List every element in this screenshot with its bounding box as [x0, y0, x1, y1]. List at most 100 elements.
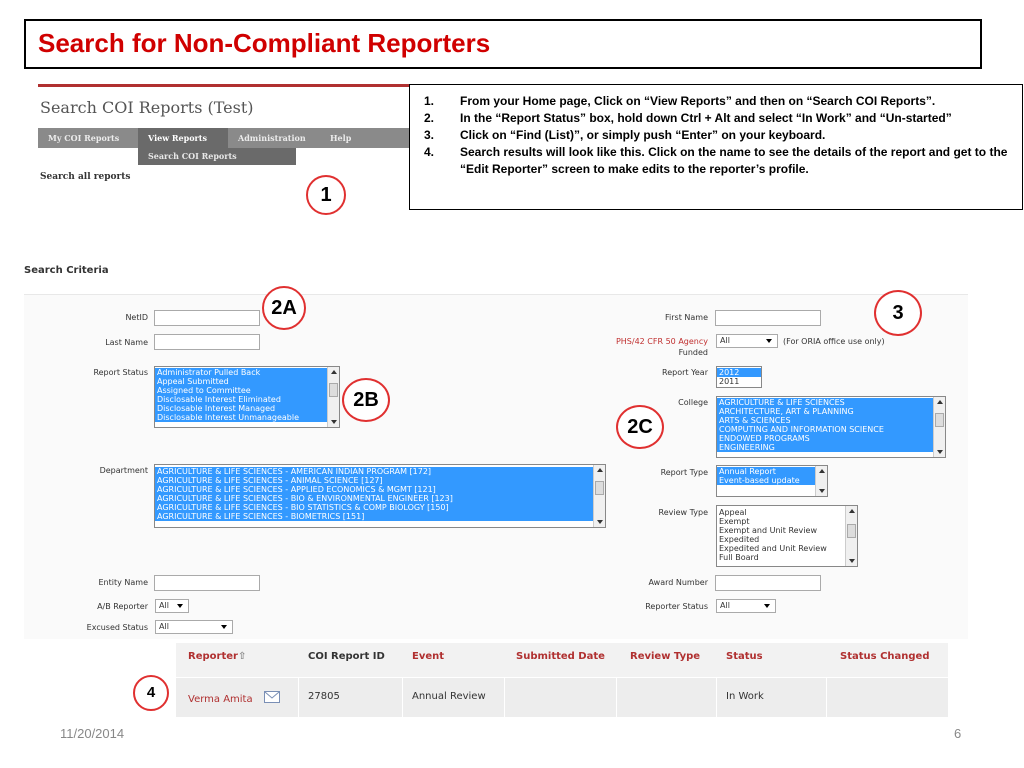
report-year-label: Report Year	[662, 368, 708, 377]
ab-reporter-select[interactable]: All	[155, 599, 189, 613]
results-table: Reporter⇧ COI Report ID Event Submitted …	[176, 643, 948, 717]
list-item[interactable]: Assigned to Committee	[155, 386, 327, 395]
callout-2a: 2A	[262, 286, 306, 330]
chevron-down-icon	[764, 604, 770, 608]
list-item[interactable]: Expedited	[717, 535, 845, 544]
reporter-status-label: Reporter Status	[645, 602, 708, 611]
review-type-listbox[interactable]: Appeal Exempt Exempt and Unit Review Exp…	[716, 505, 858, 567]
report-status-label: Report Status	[93, 368, 148, 377]
list-item[interactable]: ARCHITECTURE, ART & PLANNING	[717, 407, 933, 416]
phs-agency-select[interactable]: All	[716, 334, 778, 348]
scrollbar[interactable]	[327, 367, 339, 427]
instruction-item: 4. Search results will look like this. Cl…	[424, 145, 1008, 176]
list-item[interactable]: ENDOWED PROGRAMS	[717, 434, 933, 443]
first-name-input[interactable]	[715, 310, 821, 326]
department-listbox[interactable]: AGRICULTURE & LIFE SCIENCES - AMERICAN I…	[154, 464, 606, 528]
instruction-item: 3. Click on “Find (List)”, or simply push…	[424, 128, 826, 142]
list-item[interactable]: Event-based update	[717, 476, 815, 485]
footer-date: 11/20/2014	[60, 726, 125, 741]
app-screenshot: Search COI Reports (Test) My COI Reports…	[38, 84, 410, 196]
list-item[interactable]: AGRICULTURE & LIFE SCIENCES - BIO STATIS…	[155, 503, 593, 512]
column-header-status[interactable]: Status	[726, 651, 763, 662]
ab-reporter-label: A/B Reporter	[97, 602, 148, 611]
sort-icon[interactable]: ⇧	[238, 651, 246, 662]
list-item[interactable]: Disclosable Interest Eliminated	[155, 395, 327, 404]
last-name-label: Last Name	[105, 338, 148, 347]
list-item[interactable]: COMPUTING AND INFORMATION SCIENCE	[717, 425, 933, 434]
list-item[interactable]: Administrator Pulled Back	[155, 368, 327, 377]
list-item[interactable]: ARTS & SCIENCES	[717, 416, 933, 425]
event-cell: Annual Review	[412, 691, 486, 702]
callout-4: 4	[133, 675, 169, 711]
first-name-label: First Name	[665, 313, 708, 322]
column-header-event[interactable]: Event	[412, 651, 444, 662]
reporter-status-select[interactable]: All	[716, 599, 776, 613]
list-item[interactable]: 2012	[717, 368, 761, 377]
report-type-label: Report Type	[660, 468, 708, 477]
app-title: Search COI Reports (Test)	[40, 98, 254, 117]
column-header-review-type[interactable]: Review Type	[630, 651, 700, 662]
nav-my-coi-reports[interactable]: My COI Reports	[38, 128, 129, 148]
callout-2b: 2B	[342, 378, 390, 422]
list-item[interactable]: ENGINEERING	[717, 443, 933, 452]
list-item[interactable]: Disclosable Interest Managed	[155, 404, 327, 413]
scrollbar[interactable]	[845, 506, 857, 566]
list-item[interactable]: AGRICULTURE & LIFE SCIENCES	[717, 398, 933, 407]
chevron-down-icon	[221, 625, 227, 629]
entity-name-label: Entity Name	[98, 578, 149, 587]
list-item[interactable]: AGRICULTURE & LIFE SCIENCES - AMERICAN I…	[155, 467, 593, 476]
search-all-reports-label: Search all reports	[40, 172, 131, 182]
report-type-listbox[interactable]: Annual Report Event-based update	[716, 465, 828, 497]
nav-administration[interactable]: Administration	[228, 128, 316, 148]
list-item[interactable]: Exempt	[717, 517, 845, 526]
scrollbar[interactable]	[933, 397, 945, 457]
list-item[interactable]: AGRICULTURE & LIFE SCIENCES - APPLIED EC…	[155, 485, 593, 494]
reporter-name-link[interactable]: Verma Amita	[188, 694, 253, 705]
app-navbar: My COI Reports View Reports Administrati…	[38, 128, 410, 148]
phs-funded-label: Funded	[678, 348, 708, 357]
coi-report-id-cell: 27805	[308, 691, 340, 702]
list-item[interactable]: Disclosable Interest Unmanageable	[155, 413, 327, 422]
list-item[interactable]: AGRICULTURE & LIFE SCIENCES - BIO & ENVI…	[155, 494, 593, 503]
phs-note: (For ORIA office use only)	[783, 337, 885, 346]
nav-view-reports[interactable]: View Reports	[138, 128, 228, 148]
list-item[interactable]: 2011	[717, 377, 761, 386]
table-row	[176, 677, 948, 717]
scrollbar[interactable]	[815, 466, 827, 496]
list-item[interactable]: AGRICULTURE & LIFE SCIENCES - ANIMAL SCI…	[155, 476, 593, 485]
list-item[interactable]: Expedited and Unit Review	[717, 544, 845, 553]
report-status-listbox[interactable]: Administrator Pulled Back Appeal Submitt…	[154, 366, 340, 428]
status-cell: In Work	[726, 691, 764, 702]
nav-help[interactable]: Help	[320, 128, 361, 148]
callout-2c: 2C	[616, 405, 664, 449]
department-label: Department	[99, 466, 148, 475]
instruction-item: 2. In the “Report Status” box, hold down…	[424, 111, 952, 125]
page-number: 6	[954, 726, 962, 741]
column-header-status-changed[interactable]: Status Changed	[840, 651, 930, 662]
last-name-input[interactable]	[154, 334, 260, 350]
list-item[interactable]: Annual Report	[717, 467, 815, 476]
excused-status-label: Excused Status	[86, 623, 148, 632]
column-header-reporter[interactable]: Reporter⇧	[188, 651, 246, 662]
list-item[interactable]: Exempt and Unit Review	[717, 526, 845, 535]
column-header-submitted-date[interactable]: Submitted Date	[516, 651, 605, 662]
search-criteria-heading: Search Criteria	[24, 265, 109, 276]
list-item[interactable]: Appeal Submitted	[155, 377, 327, 386]
excused-status-select[interactable]: All	[155, 620, 233, 634]
report-year-listbox[interactable]: 2012 2011	[716, 366, 762, 388]
list-item[interactable]: AGRICULTURE & LIFE SCIENCES - BIOMETRICS…	[155, 512, 593, 521]
callout-3: 3	[874, 290, 922, 336]
netid-label: NetID	[125, 313, 148, 322]
entity-name-input[interactable]	[154, 575, 260, 591]
award-number-label: Award Number	[648, 578, 709, 587]
review-type-label: Review Type	[658, 508, 708, 517]
list-item[interactable]: Appeal	[717, 508, 845, 517]
column-header-coi-report-id[interactable]: COI Report ID	[308, 651, 385, 662]
award-number-input[interactable]	[715, 575, 821, 591]
netid-input[interactable]	[154, 310, 260, 326]
instructions-box: 1. From your Home page, Click on “View Re…	[409, 84, 1023, 210]
list-item[interactable]: Full Board	[717, 553, 845, 562]
email-icon[interactable]	[264, 691, 280, 703]
college-listbox[interactable]: AGRICULTURE & LIFE SCIENCES ARCHITECTURE…	[716, 396, 946, 458]
subnav-search-coi-reports[interactable]: Search COI Reports	[138, 148, 296, 165]
